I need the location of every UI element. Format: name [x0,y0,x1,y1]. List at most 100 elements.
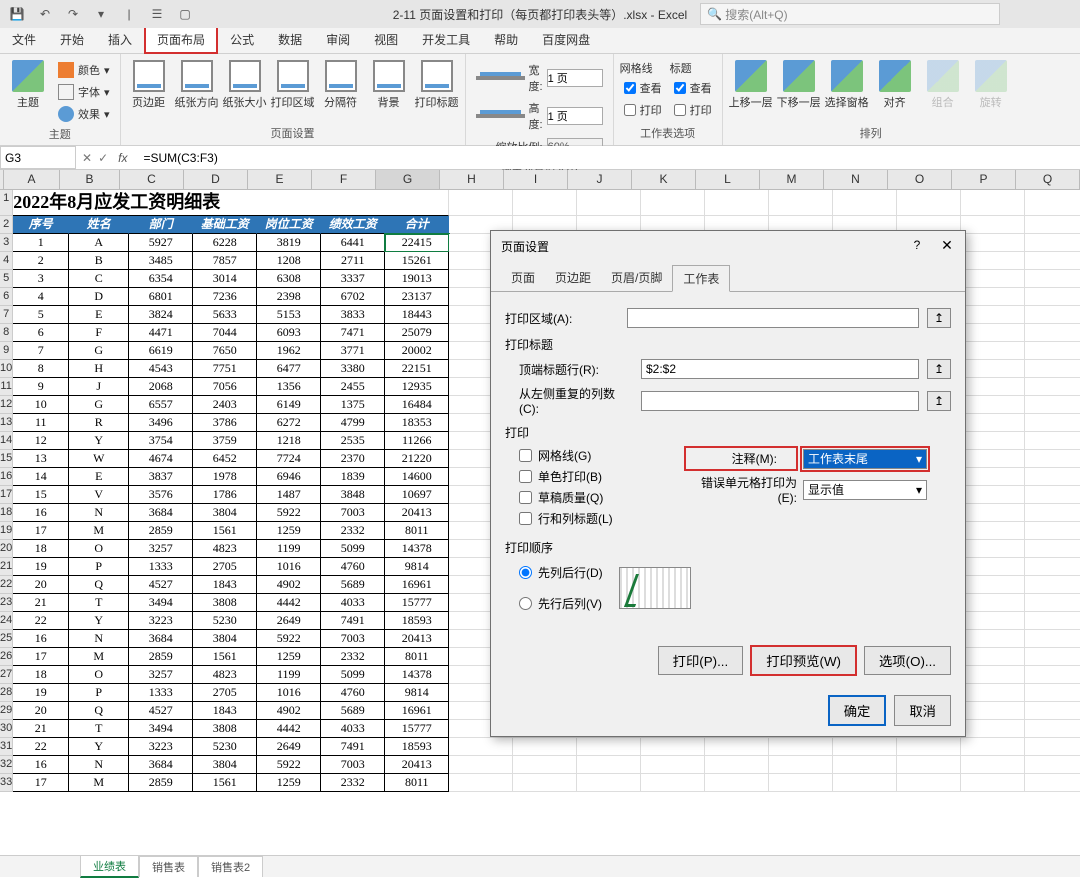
cell[interactable]: 2403 [193,396,257,414]
cell[interactable]: 20002 [385,342,449,360]
cell[interactable]: 1333 [129,558,193,576]
cell[interactable]: 1356 [257,378,321,396]
row-header-30[interactable]: 30 [0,720,13,738]
cell[interactable] [897,738,961,756]
gridlines-print-checkbox[interactable] [624,104,636,116]
draft-checkbox[interactable] [519,491,532,504]
sheet-tab-1[interactable]: 销售表 [139,856,198,877]
cell[interactable]: 7044 [193,324,257,342]
cell[interactable] [961,756,1025,774]
cell[interactable] [1025,720,1080,738]
cell[interactable]: 1016 [257,684,321,702]
cell[interactable]: H [69,360,129,378]
cell[interactable]: M [69,774,129,792]
cell[interactable]: 2649 [257,738,321,756]
row-header-10[interactable]: 10 [0,360,13,378]
cell[interactable]: A [69,234,129,252]
cell[interactable]: 3576 [129,486,193,504]
cell[interactable]: 18353 [385,414,449,432]
cell[interactable]: 7236 [193,288,257,306]
cell[interactable]: 15777 [385,594,449,612]
cell[interactable]: 4823 [193,540,257,558]
cell[interactable]: M [69,522,129,540]
cell[interactable]: 6149 [257,396,321,414]
cell[interactable] [769,738,833,756]
cell[interactable]: 6272 [257,414,321,432]
dialog-help-icon[interactable]: ? [907,235,927,255]
cell[interactable]: Y [69,738,129,756]
cell[interactable]: 13 [13,450,69,468]
cell[interactable]: 1561 [193,522,257,540]
col-header-C[interactable]: C [120,170,184,189]
cell[interactable] [897,774,961,792]
cell[interactable]: 3380 [321,360,385,378]
cell[interactable]: 21 [13,594,69,612]
cell[interactable]: O [69,666,129,684]
cell[interactable] [961,594,1025,612]
col-header-N[interactable]: N [824,170,888,189]
cell[interactable]: 2332 [321,648,385,666]
row-header-20[interactable]: 20 [0,540,13,558]
row-header-27[interactable]: 27 [0,666,13,684]
cell[interactable]: 2068 [129,378,193,396]
options-button[interactable]: 选项(O)... [864,646,951,675]
errors-select[interactable]: 显示值▾ [803,480,927,500]
cell[interactable]: 11266 [385,432,449,450]
cell[interactable]: 16484 [385,396,449,414]
cell[interactable] [1025,504,1080,522]
cell[interactable]: P [69,558,129,576]
cell[interactable]: 16961 [385,702,449,720]
cell[interactable]: 3223 [129,738,193,756]
cell[interactable]: 2859 [129,522,193,540]
cell[interactable]: 12 [13,432,69,450]
top-row-picker-icon[interactable]: ↥ [927,359,951,379]
row-header-16[interactable]: 16 [0,468,13,486]
cell[interactable]: 6801 [129,288,193,306]
cell[interactable]: 15777 [385,720,449,738]
left-col-picker-icon[interactable]: ↥ [927,391,951,411]
cell[interactable]: 1786 [193,486,257,504]
cell[interactable]: 1208 [257,252,321,270]
bring-forward-button[interactable]: 上移一层 [729,56,773,110]
cell[interactable] [1025,702,1080,720]
cell[interactable] [513,738,577,756]
cell[interactable]: 21 [13,720,69,738]
comments-select[interactable]: 工作表末尾▾ [803,449,927,469]
cell[interactable] [577,756,641,774]
cell[interactable] [961,630,1025,648]
dialog-tab-0[interactable]: 页面 [501,265,545,291]
cell[interactable] [1025,414,1080,432]
cell[interactable] [705,774,769,792]
cell[interactable]: 1199 [257,540,321,558]
cell[interactable] [1025,450,1080,468]
cell[interactable] [449,774,513,792]
dialog-tab-1[interactable]: 页边距 [545,265,601,291]
cell[interactable] [961,324,1025,342]
cell[interactable] [705,756,769,774]
cell[interactable] [961,414,1025,432]
sheet-tab-0[interactable]: 业绩表 [80,855,139,878]
cell[interactable]: 6946 [257,468,321,486]
cell[interactable]: 3824 [129,306,193,324]
col-header-G[interactable]: G [376,170,440,189]
cell[interactable]: 4543 [129,360,193,378]
selection-pane-button[interactable]: 选择窗格 [825,56,869,110]
cell[interactable]: O [69,540,129,558]
cell[interactable] [961,540,1025,558]
cell[interactable] [1025,648,1080,666]
menu-tab-5[interactable]: 数据 [266,26,314,53]
cell[interactable]: 3257 [129,666,193,684]
cell[interactable] [961,648,1025,666]
cell[interactable] [961,252,1025,270]
dialog-tab-3[interactable]: 工作表 [672,265,730,292]
cell[interactable]: Y [69,612,129,630]
row-header-3[interactable]: 3 [0,234,13,252]
cell[interactable] [1025,594,1080,612]
cell[interactable] [961,774,1025,792]
cell[interactable]: M [69,648,129,666]
cell[interactable] [641,774,705,792]
cell[interactable]: 12935 [385,378,449,396]
cell[interactable]: 22415 [385,234,449,252]
cell[interactable] [961,702,1025,720]
cell[interactable]: 1259 [257,774,321,792]
